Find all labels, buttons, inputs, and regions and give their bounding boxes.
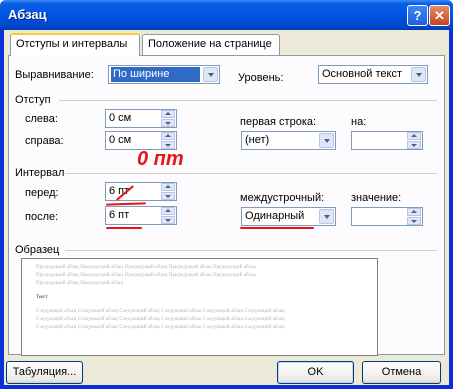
spacing-group-label: Интервал <box>15 167 65 179</box>
tab-indents-spacing[interactable]: Отступы и интервалы <box>10 33 140 56</box>
indent-on-label: на: <box>351 116 367 128</box>
help-button[interactable]: ? <box>407 5 428 26</box>
preview-group-label: Образец <box>15 244 60 256</box>
tab-panel: Выравнивание: По ширине Уровень: Основно… <box>8 55 445 356</box>
preview-next-line: Следующий абзац Следующий абзац Следующи… <box>36 317 285 322</box>
spin-up-icon[interactable] <box>161 132 175 140</box>
tab-page-position[interactable]: Положение на странице <box>142 34 280 55</box>
level-label: Уровень: <box>238 72 284 84</box>
indent-left-label: слева: <box>25 113 58 125</box>
spin-down-icon[interactable] <box>161 192 175 200</box>
tabs-button[interactable]: Табуляция... <box>6 361 83 384</box>
indent-right-label: справа: <box>25 135 64 147</box>
line-spacing-value: Одинарный <box>245 210 305 222</box>
spin-down-icon[interactable] <box>407 141 421 149</box>
first-line-value: (нет) <box>245 134 270 146</box>
alignment-dropdown[interactable]: По ширине <box>108 65 220 84</box>
preview-prev-line: Предыдущий абзац Предыдущий абзац Предыд… <box>36 273 256 278</box>
cancel-button[interactable]: Отмена <box>362 361 441 384</box>
spin-up-icon[interactable] <box>407 208 421 216</box>
chevron-down-icon[interactable] <box>203 67 218 82</box>
spacing-after-value: 6 пт <box>109 209 130 221</box>
annotation-underline <box>240 227 314 229</box>
alignment-label: Выравнивание: <box>15 69 94 81</box>
chevron-down-icon[interactable] <box>411 67 426 82</box>
dialog-window: Абзац ? ✕ Отступы и интервалы Положение … <box>0 0 453 389</box>
alignment-value: По ширине <box>111 67 200 82</box>
indent-group-divider <box>59 100 437 101</box>
preview-box: Предыдущий абзац Предыдущий абзац Предыд… <box>21 258 378 356</box>
first-line-label: первая строка: <box>240 116 317 128</box>
title-bar[interactable]: Абзац ? ✕ <box>0 0 453 30</box>
preview-sample-text: Текст <box>36 295 48 300</box>
chevron-down-icon[interactable] <box>319 209 334 224</box>
spin-down-icon[interactable] <box>161 216 175 224</box>
spacing-after-spinner[interactable]: 6 пт <box>105 206 177 225</box>
spacing-group-divider <box>65 173 437 174</box>
spacing-value-spinner[interactable] <box>351 207 423 226</box>
preview-next-line: Следующий абзац Следующий абзац Следующи… <box>36 309 285 314</box>
preview-group-divider <box>65 250 437 251</box>
indent-right-value: 0 см <box>109 134 132 146</box>
spacing-after-label: после: <box>25 211 59 223</box>
window-title: Абзац <box>8 7 47 22</box>
line-spacing-label: междустрочный: <box>240 192 325 204</box>
indent-group-label: Отступ <box>15 94 51 106</box>
spin-up-icon[interactable] <box>161 183 175 191</box>
spin-down-icon[interactable] <box>161 119 175 127</box>
first-line-dropdown[interactable]: (нет) <box>241 131 336 150</box>
indent-left-value: 0 см <box>109 112 132 124</box>
indent-on-spinner[interactable] <box>351 131 423 150</box>
preview-next-line: Следующий абзац Следующий абзац Следующи… <box>36 325 285 330</box>
indent-left-spinner[interactable]: 0 см <box>105 109 177 128</box>
annotation-text: 0 пт <box>137 148 184 170</box>
level-value: Основной текст <box>322 68 402 80</box>
spacing-value-label: значение: <box>351 192 402 204</box>
dialog-client: Отступы и интервалы Положение на страниц… <box>4 30 449 385</box>
spin-down-icon[interactable] <box>407 217 421 225</box>
close-button[interactable]: ✕ <box>429 5 450 26</box>
annotation-underline <box>106 227 142 229</box>
ok-button[interactable]: OK <box>277 361 354 384</box>
line-spacing-dropdown[interactable]: Одинарный <box>241 207 336 226</box>
spacing-before-label: перед: <box>25 187 59 199</box>
spin-up-icon[interactable] <box>407 132 421 140</box>
spin-up-icon[interactable] <box>161 110 175 118</box>
preview-prev-line: Предыдущий абзац Предыдущий абзац Предыд… <box>36 265 256 270</box>
chevron-down-icon[interactable] <box>319 133 334 148</box>
level-dropdown[interactable]: Основной текст <box>318 65 428 84</box>
preview-prev-line: Предыдущий абзац Предыдущий абзац <box>36 281 124 286</box>
spin-up-icon[interactable] <box>161 207 175 215</box>
